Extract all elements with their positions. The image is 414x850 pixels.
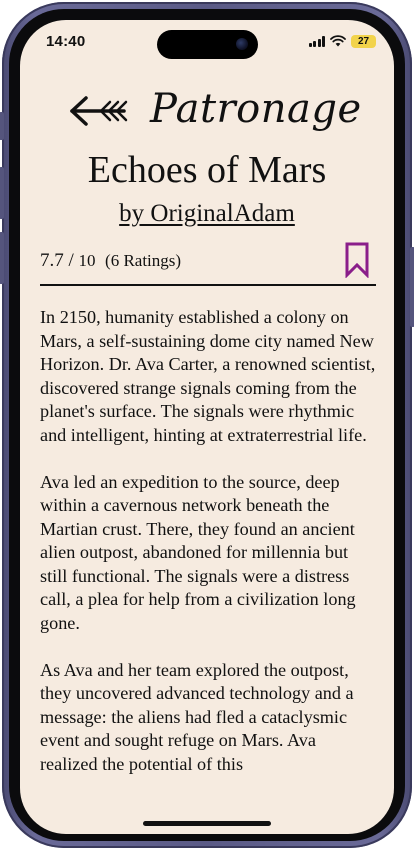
status-time: 14:40 [46, 33, 86, 50]
rating-value: 7.7 [40, 250, 64, 271]
story-body: In 2150, humanity established a colony o… [40, 306, 378, 816]
power-button [410, 247, 414, 327]
bookmark-icon [345, 242, 369, 279]
app-logo-text: Patronage [150, 86, 362, 132]
story-paragraph: In 2150, humanity established a colony o… [40, 307, 376, 445]
volume-down-button [0, 232, 4, 284]
dynamic-island [157, 30, 258, 59]
back-button[interactable] [68, 94, 130, 128]
bookmark-button[interactable] [344, 242, 370, 279]
story-title: Echoes of Mars [87, 149, 327, 191]
volume-up-button [0, 167, 4, 219]
wifi-icon [330, 35, 346, 47]
author-link[interactable]: by OriginalAdam [20, 200, 394, 228]
rating-max: 10 [78, 251, 96, 270]
status-bar: 14:40 27 [20, 20, 394, 64]
rating-count: (6 Ratings) [105, 251, 182, 270]
rating-separator: / [68, 250, 74, 271]
rating-row: 7.7 / 10 (6 Ratings) [40, 242, 376, 279]
story-paragraph: Ava led an expedition to the source, dee… [40, 471, 356, 633]
rating: 7.7 / 10 (6 Ratings) [40, 250, 181, 272]
battery-icon: 27 [351, 34, 376, 48]
action-button [0, 112, 4, 140]
home-indicator[interactable] [143, 821, 271, 826]
phone-frame: 14:40 27 Patronage Echoes of Mars by Ori… [0, 2, 414, 848]
story-paragraph: As Ava and her team explored the outpost… [40, 659, 354, 774]
status-icons: 27 [308, 34, 376, 48]
divider [40, 284, 376, 286]
header: Patronage [20, 84, 394, 144]
back-arrow-icon [70, 96, 128, 126]
camera-icon [236, 38, 248, 50]
signal-icon [308, 35, 325, 47]
screen: 14:40 27 Patronage Echoes of Mars by Ori… [20, 20, 394, 834]
